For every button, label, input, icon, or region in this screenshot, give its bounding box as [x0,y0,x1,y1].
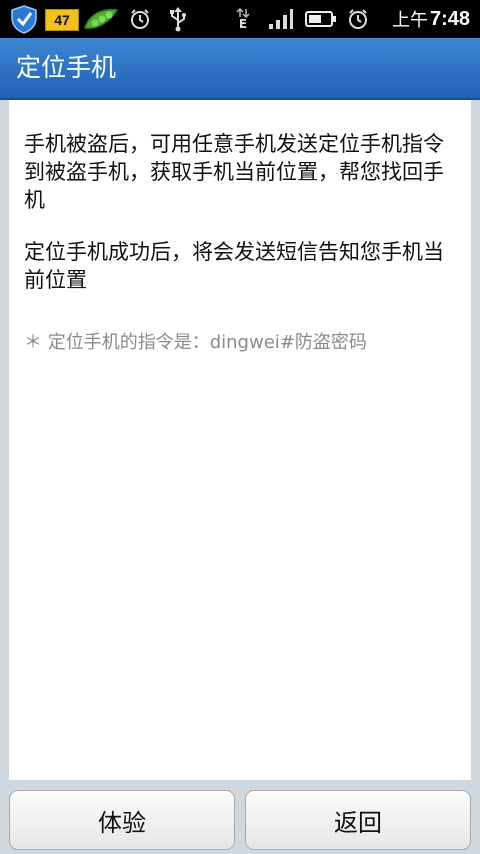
description-paragraph: 手机被盗后，可用任意手机发送定位手机指令到被盗手机，获取手机当前位置，帮您找回手… [24,132,444,212]
network-type-label: E [238,17,248,31]
page-title: 定位手机 [16,53,117,82]
shield-icon [6,0,42,38]
battery-level-badge: 47 [45,9,79,31]
status-bar: 47 E 上午 7:48 [0,0,480,38]
try-button[interactable]: 体验 [9,790,235,850]
title-bar: 定位手机 [0,38,480,100]
signal-icon [266,0,296,38]
clock-time: 7:48 [429,7,470,30]
back-button[interactable]: 返回 [245,790,471,850]
clock-ampm: 上午 [391,10,428,30]
battery-icon [304,0,338,38]
result-paragraph: 定位手机成功后，将会发送短信告知您手机当前位置 [24,240,444,292]
data-arrows-icon: E [232,0,254,38]
status-clock: 上午 7:48 [392,0,470,38]
content-panel: 手机被盗后，可用任意手机发送定位手机指令到被盗手机，获取手机当前位置，帮您找回手… [9,100,471,780]
alarm-icon [344,0,372,38]
command-hint: ＊ 定位手机的指令是：dingwei#防盗密码 [24,332,367,353]
pea-pod-icon [80,0,122,38]
usb-icon [164,0,192,38]
alarm-icon [126,0,154,38]
